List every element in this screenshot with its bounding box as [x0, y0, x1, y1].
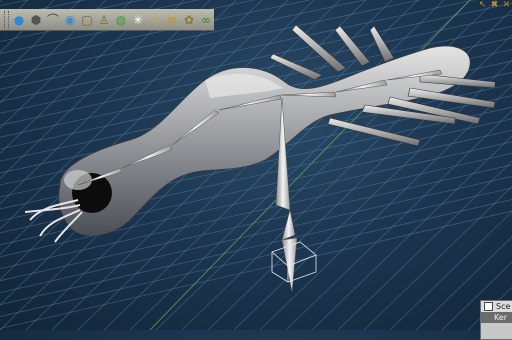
scene-panel: Sce Ker — [480, 300, 512, 340]
cube-icon[interactable]: ▢ — [79, 12, 95, 28]
globe-icon[interactable]: ● — [11, 12, 27, 28]
scene-header[interactable]: Sce — [481, 301, 512, 312]
3d-viewport[interactable] — [0, 0, 512, 330]
close-icon[interactable]: ✕ — [501, 0, 512, 10]
bend-icon[interactable]: ⌒ — [45, 12, 61, 28]
restore-icon[interactable]: ↖ — [477, 0, 488, 10]
sphere-icon[interactable]: ◉ — [62, 12, 78, 28]
toolbar-grip[interactable] — [4, 10, 9, 29]
settings-icon[interactable]: ✖ — [489, 0, 500, 10]
scene-item[interactable]: Ker — [481, 312, 512, 323]
toolbar-tools: ● ⬢ ⌒ ◉ ▢ ♙ ◍ ✳ ⬭ ≋ ✿ ∞ — [11, 12, 214, 28]
layers-icon[interactable]: ≋ — [164, 12, 180, 28]
color-icon[interactable]: ◍ — [113, 12, 129, 28]
scene-label: Sce — [496, 302, 511, 311]
scene-item-label: Ker — [494, 313, 508, 322]
window-controls: ↖ ✖ ✕ — [477, 0, 512, 10]
tools-toolbar: ● ⬢ ⌒ ◉ ▢ ♙ ◍ ✳ ⬭ ≋ ✿ ∞ — [0, 9, 214, 31]
disc-icon[interactable]: ⬭ — [147, 12, 163, 28]
flower-icon[interactable]: ✿ — [181, 12, 197, 28]
spark-icon[interactable]: ✳ — [130, 12, 146, 28]
bone-tool-icon[interactable]: ♙ — [96, 12, 112, 28]
checkbox-icon[interactable] — [484, 302, 493, 311]
chain-icon[interactable]: ∞ — [198, 12, 214, 28]
mesh-icon[interactable]: ⬢ — [28, 12, 44, 28]
